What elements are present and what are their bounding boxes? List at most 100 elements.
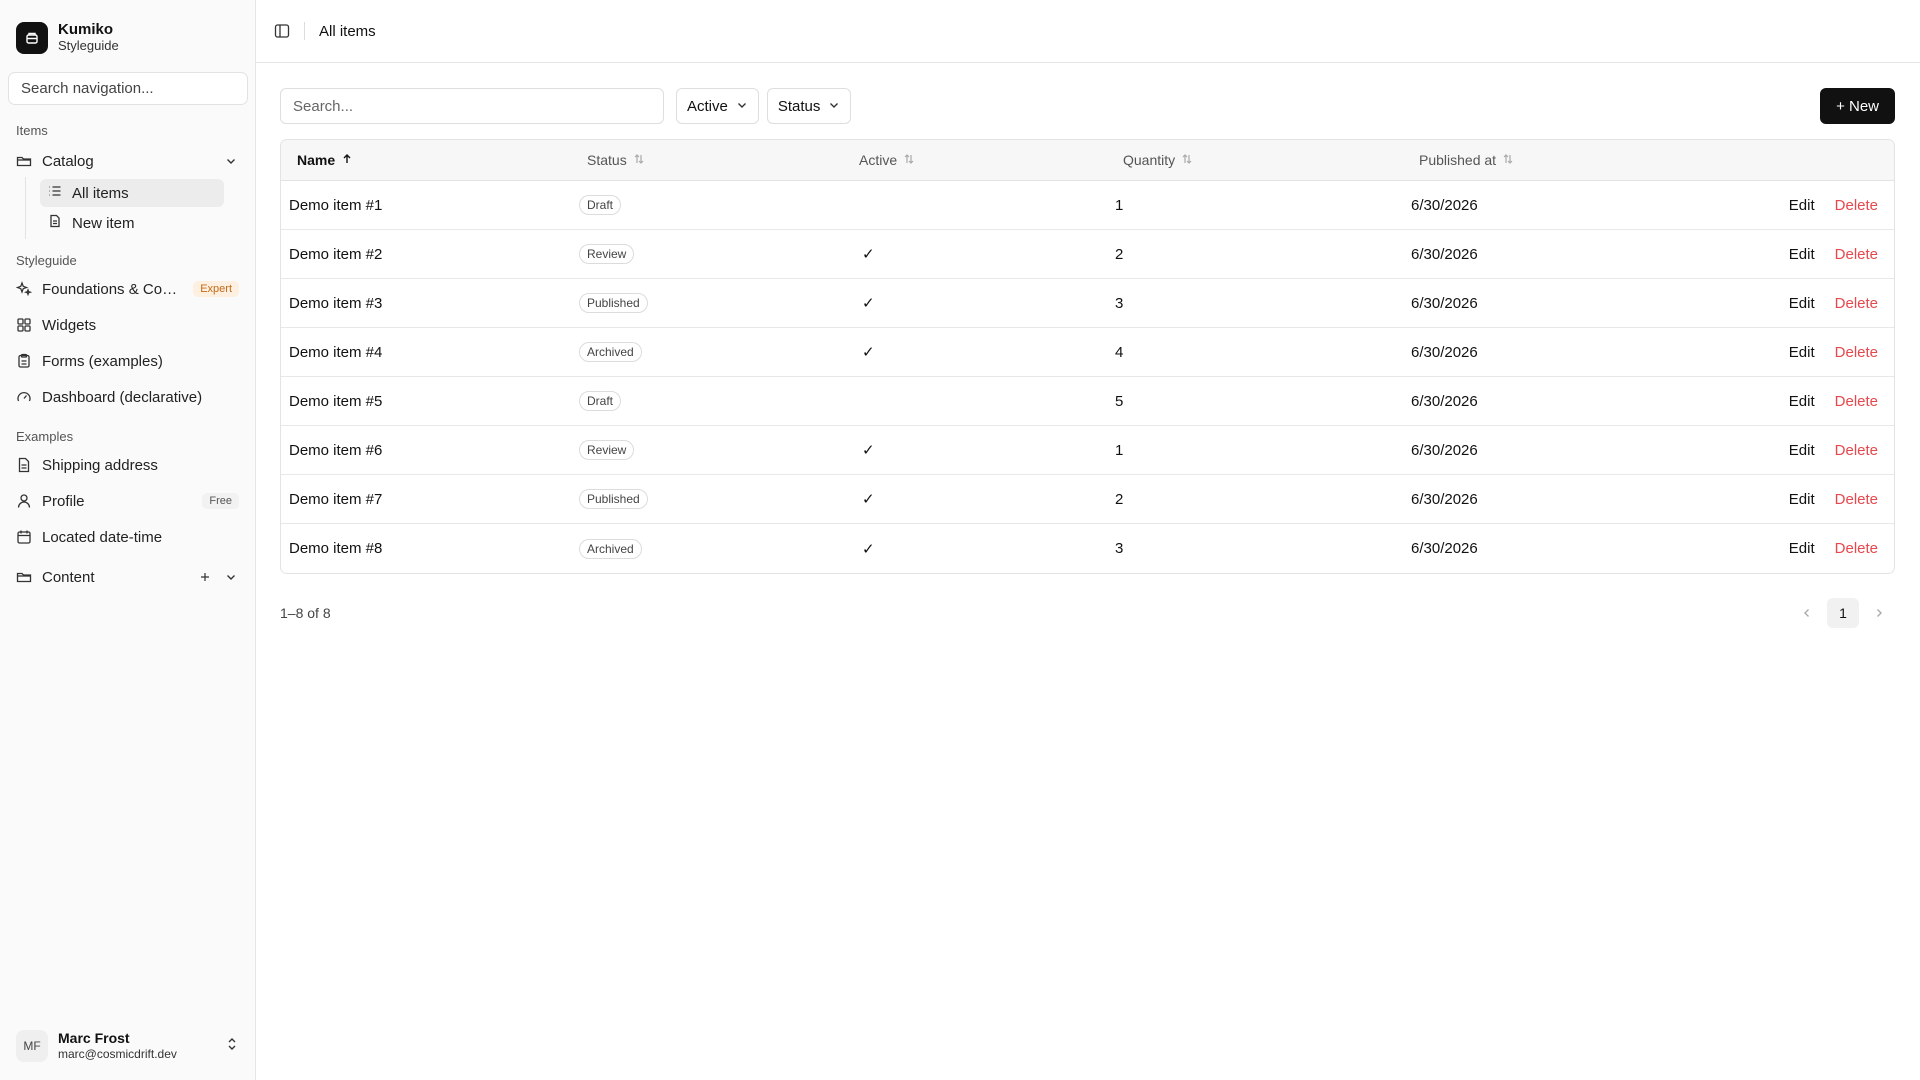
delete-button[interactable]: Delete [1835,246,1878,263]
cell-quantity: 3 [1115,540,1124,557]
status-filter-dropdown[interactable]: Status [766,88,852,124]
sidebar-item-catalog[interactable]: Catalog [0,145,255,177]
cell-actions: Edit Delete [1764,295,1894,312]
filter-label: Status [777,97,821,115]
cell-status: Published [579,489,851,509]
group-label-items: Items [16,123,48,138]
sidebar-item-content[interactable]: Content [0,559,255,595]
cell-name: Demo item #3 [289,294,383,312]
sidebar-toggle-icon[interactable] [274,23,290,39]
table-header: Name Status Active Quantity Published at [281,140,1894,181]
sidebar-item-label: Shipping address [42,456,158,474]
topbar: All items [256,0,1920,63]
cell-published-at: 6/30/2026 [1411,294,1478,312]
sidebar-item-all-items[interactable]: All items [40,179,224,207]
table-row: Demo item #6 Review ✓ 1 6/30/2026 Edit Delete [281,426,1894,475]
sidebar-item-label: All items [72,184,129,202]
sidebar-item-forms[interactable]: Forms (examples) [0,343,255,379]
cell-quantity: 1 [1115,196,1124,214]
status-badge: Review [579,440,635,460]
edit-button[interactable]: Edit [1789,393,1815,410]
sidebar-item-foundations[interactable]: Foundations & Com... Expert [0,271,255,307]
cell-published-at: 6/30/2026 [1411,392,1478,410]
file-icon [48,214,62,232]
edit-button[interactable]: Edit [1789,246,1815,263]
column-header-status[interactable]: Status [579,152,843,168]
delete-button[interactable]: Delete [1835,197,1878,214]
edit-button[interactable]: Edit [1789,540,1815,557]
calendar-icon [16,529,32,545]
cell-actions: Edit Delete [1764,442,1894,459]
cell-name: Demo item #1 [289,196,383,214]
sidebar-item-located-date-time[interactable]: Located date-time [0,519,255,555]
delete-button[interactable]: Delete [1835,393,1878,410]
sidebar-item-label: Foundations & Com... [42,280,184,298]
sidebar-item-widgets[interactable]: Widgets [0,307,255,343]
toolbar: Active Status + New [280,88,1895,124]
clipboard-icon [16,353,32,369]
gauge-icon [16,389,32,405]
delete-button[interactable]: Delete [1835,442,1878,459]
sort-icon [1181,152,1193,168]
chevron-down-icon [736,98,748,115]
cell-actions: Edit Delete [1764,197,1894,214]
cell-published-at: 6/30/2026 [1411,490,1478,508]
box-icon [16,22,48,54]
delete-button[interactable]: Delete [1835,540,1878,557]
chevron-left-icon[interactable] [1791,598,1823,628]
cell-status: Draft [579,391,851,411]
sidebar-item-profile[interactable]: Profile Free [0,483,255,519]
cell-quantity: 3 [1115,294,1124,312]
cell-name: Demo item #4 [289,343,383,361]
chevron-down-icon[interactable] [223,153,239,169]
cell-status: Review [579,244,851,264]
delete-button[interactable]: Delete [1835,344,1878,361]
plus-icon[interactable] [197,569,213,585]
page-button-current[interactable]: 1 [1827,598,1859,628]
cell-published-at: 6/30/2026 [1411,245,1478,263]
edit-button[interactable]: Edit [1789,344,1815,361]
catalog-submenu: All items New item [25,177,255,239]
chevron-down-icon [828,98,840,115]
column-header-published-at[interactable]: Published at [1407,152,1894,168]
sidebar-item-dashboard[interactable]: Dashboard (declarative) [0,379,255,415]
grid-icon [16,317,32,333]
avatar: MF [16,1030,48,1062]
cell-name: Demo item #2 [289,245,383,263]
delete-button[interactable]: Delete [1835,491,1878,508]
sidebar-item-shipping-address[interactable]: Shipping address [0,447,255,483]
table-row: Demo item #2 Review ✓ 2 6/30/2026 Edit Delete [281,230,1894,279]
sidebar: Kumiko Styleguide Items Catalog All item… [0,0,256,1080]
edit-button[interactable]: Edit [1789,295,1815,312]
nav-search-input[interactable] [8,72,248,105]
column-header-quantity[interactable]: Quantity [1105,152,1407,168]
brand[interactable]: Kumiko Styleguide [0,0,255,62]
chevrons-up-down-icon[interactable] [225,1037,239,1056]
chevron-down-icon[interactable] [223,569,239,585]
column-header-name[interactable]: Name [281,152,579,168]
active-filter-dropdown[interactable]: Active [676,88,759,124]
content: Active Status + New Name Status [256,63,1920,628]
chevron-right-icon[interactable] [1863,598,1895,628]
cell-active: ✓ [862,442,875,459]
sort-icon [1502,152,1514,168]
search-input[interactable] [280,88,664,124]
pagination: 1–8 of 8 1 [280,598,1895,628]
list-icon [48,184,62,202]
edit-button[interactable]: Edit [1789,442,1815,459]
table-row: Demo item #4 Archived ✓ 4 6/30/2026 Edit Delet… [281,328,1894,377]
user-menu[interactable]: MF Marc Frost marc@cosmicdrift.dev [0,1024,255,1068]
cell-name: Demo item #8 [289,540,383,557]
edit-button[interactable]: Edit [1789,491,1815,508]
new-item-button[interactable]: + New [1820,88,1895,124]
sidebar-item-label: Content [42,568,95,586]
user-name: Marc Frost [58,1030,130,1046]
cell-actions: Edit Delete [1764,491,1894,508]
status-badge: Archived [579,538,642,559]
edit-button[interactable]: Edit [1789,197,1815,214]
sidebar-item-new-item[interactable]: New item [40,209,224,237]
group-label-examples: Examples [16,429,74,444]
column-header-active[interactable]: Active [843,152,1105,168]
delete-button[interactable]: Delete [1835,295,1878,312]
sidebar-item-label: Forms (examples) [42,352,163,370]
